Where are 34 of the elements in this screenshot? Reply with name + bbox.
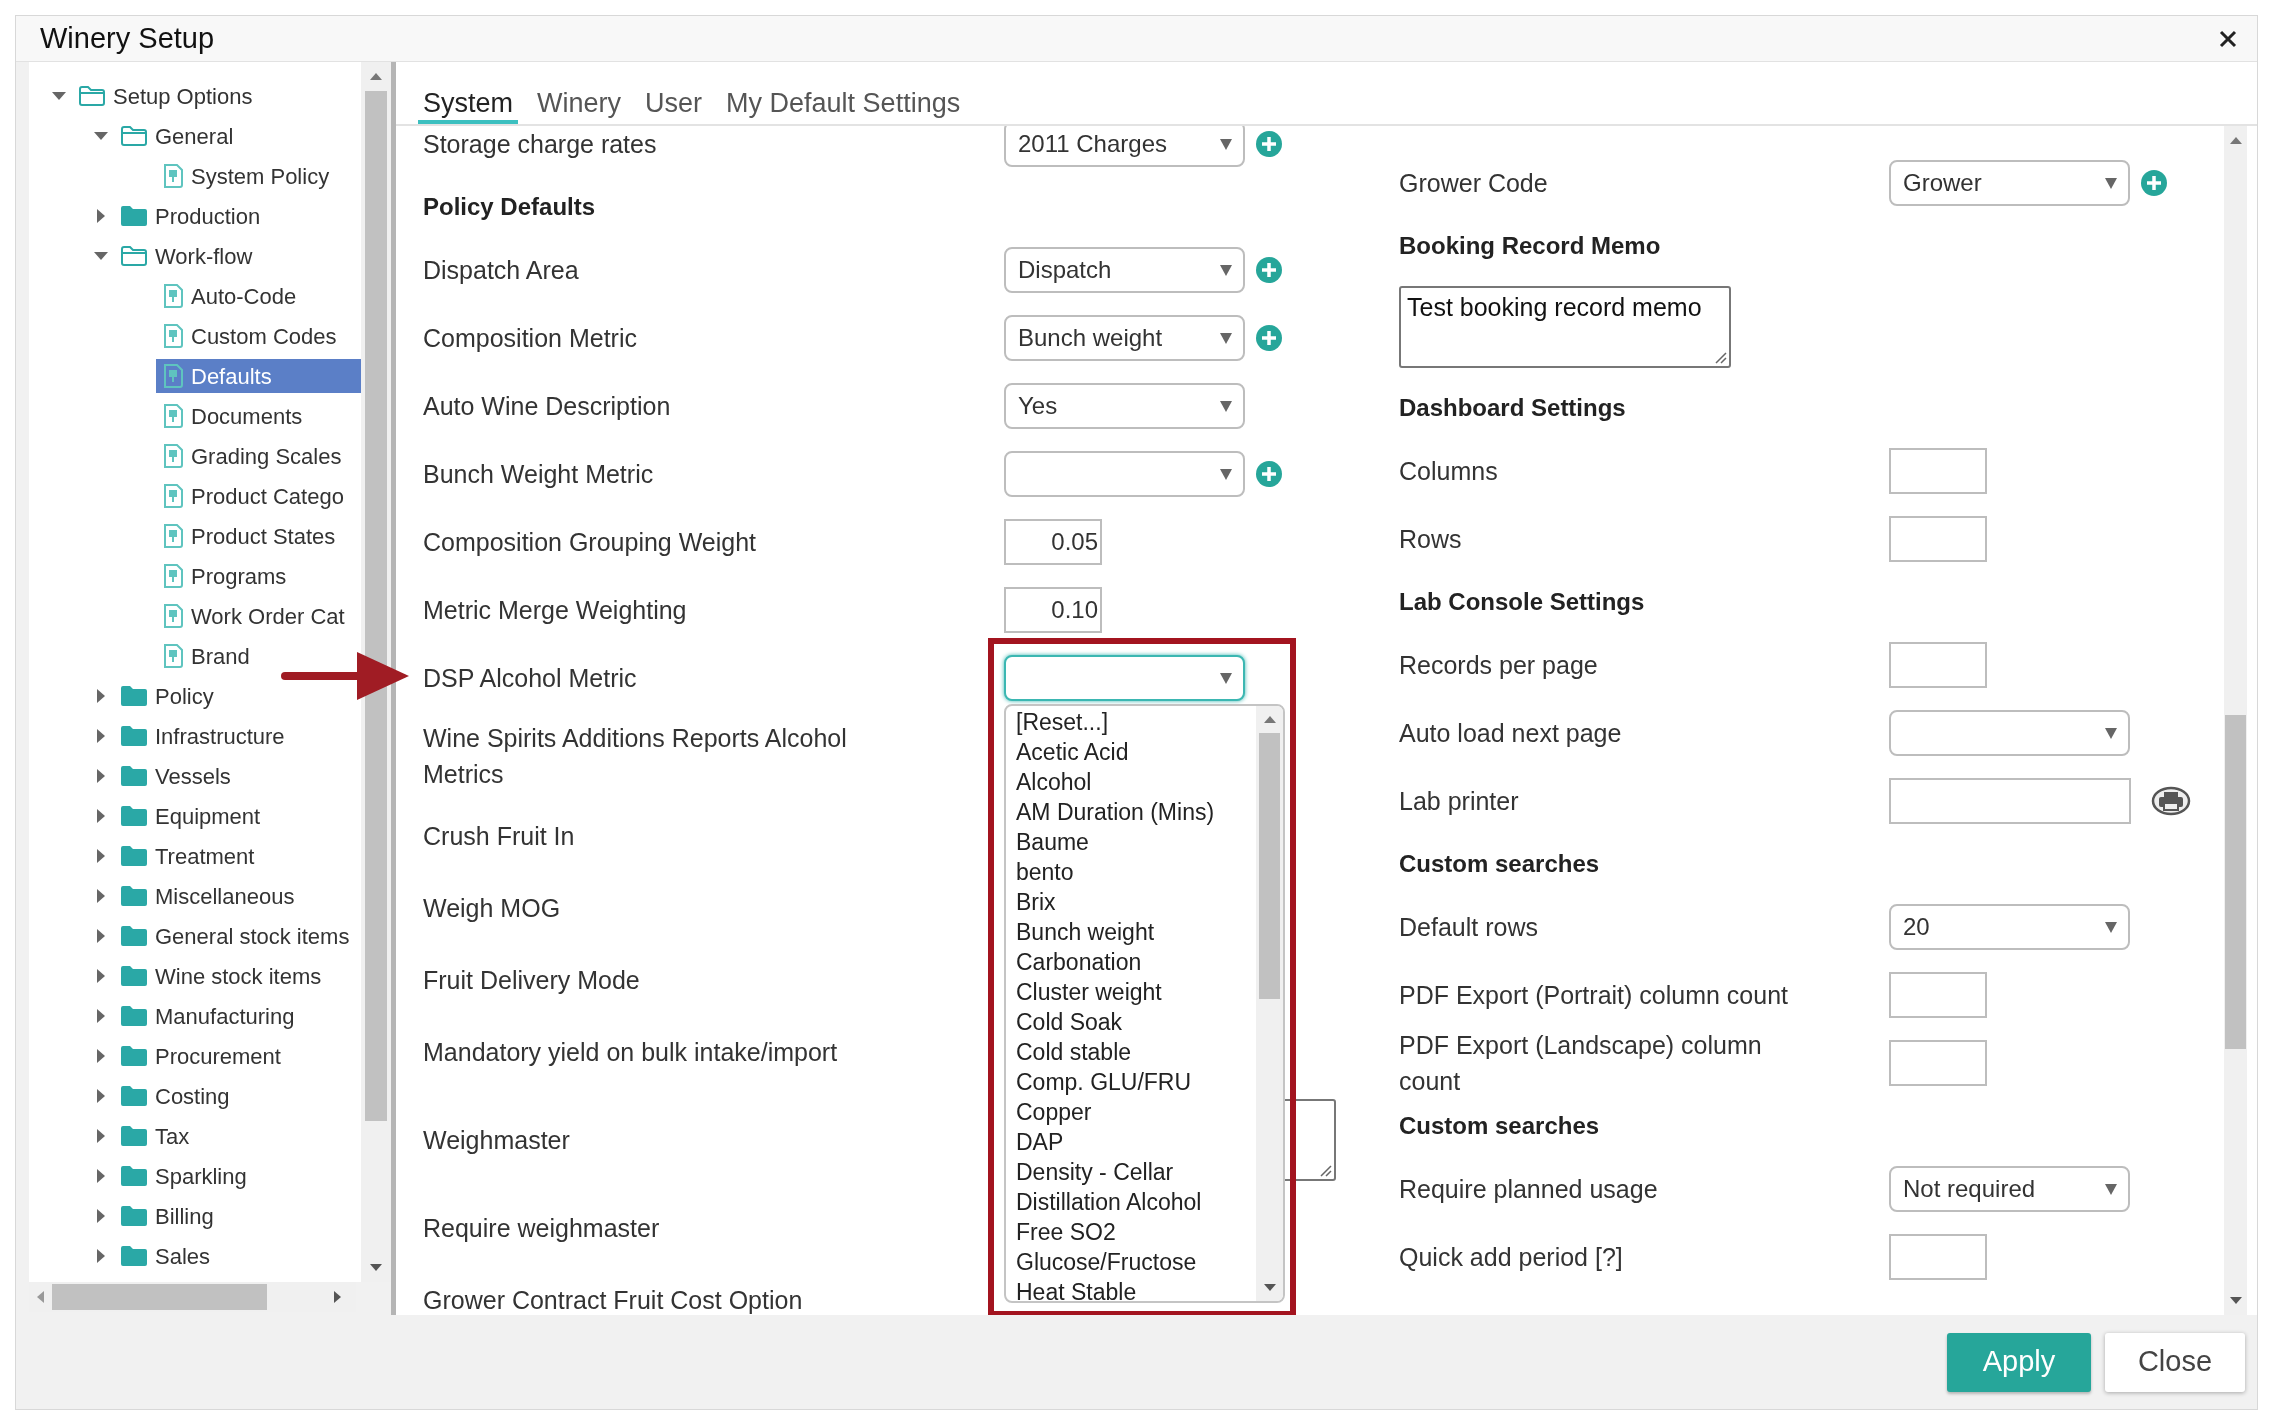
- field-label: Default rows: [1399, 912, 1539, 944]
- field-label: Records per page: [1399, 650, 1599, 682]
- field-label: Dispatch Area: [423, 255, 580, 287]
- field-label: Grower Code: [1399, 168, 1549, 200]
- field-label: Composition Grouping Weight: [423, 527, 758, 559]
- window-title: Winery Setup: [40, 20, 215, 56]
- section-heading: Policy Defaults: [423, 192, 596, 223]
- field-label: Lab printer: [1399, 786, 1520, 818]
- section-heading: Lab Console Settings: [1399, 587, 1645, 618]
- field-label: Bunch Weight Metric: [423, 459, 655, 491]
- section-heading: Booking Record Memo: [1399, 231, 1661, 262]
- field-label: Storage charge rates: [423, 129, 658, 161]
- section-heading: Custom searches: [1399, 1111, 1600, 1142]
- field-label: Wine Spirits Additions Reports Alcohol Metrics: [423, 723, 848, 791]
- field-label: Fruit Delivery Mode: [423, 965, 640, 997]
- field-label: Weigh MOG: [423, 893, 561, 925]
- field-label: Mandatory yield on bulk intake/import: [423, 1037, 838, 1069]
- field-label: Crush Fruit In: [423, 821, 575, 853]
- field-label: Grower Contract Fruit Cost Option: [423, 1285, 803, 1316]
- section-heading: Custom searches: [1399, 849, 1600, 880]
- field-label: PDF Export (Landscape) column count: [1399, 1030, 1763, 1098]
- field-label: Require planned usage: [1399, 1174, 1659, 1206]
- field-label: Auto load next page: [1399, 718, 1623, 750]
- field-label: Auto Wine Description: [423, 391, 672, 423]
- field-label: Rows: [1399, 524, 1463, 556]
- field-label: Columns: [1399, 456, 1499, 488]
- field-label: Metric Merge Weighting: [423, 595, 688, 627]
- field-label: Quick add period [?]: [1399, 1242, 1624, 1274]
- field-label: DSP Alcohol Metric: [423, 663, 638, 695]
- field-label: Require weighmaster: [423, 1213, 660, 1245]
- section-heading: Dashboard Settings: [1399, 393, 1626, 424]
- field-label: PDF Export (Portrait) column count: [1399, 980, 1789, 1012]
- field-label: Weighmaster: [423, 1125, 571, 1157]
- field-label: Composition Metric: [423, 323, 638, 355]
